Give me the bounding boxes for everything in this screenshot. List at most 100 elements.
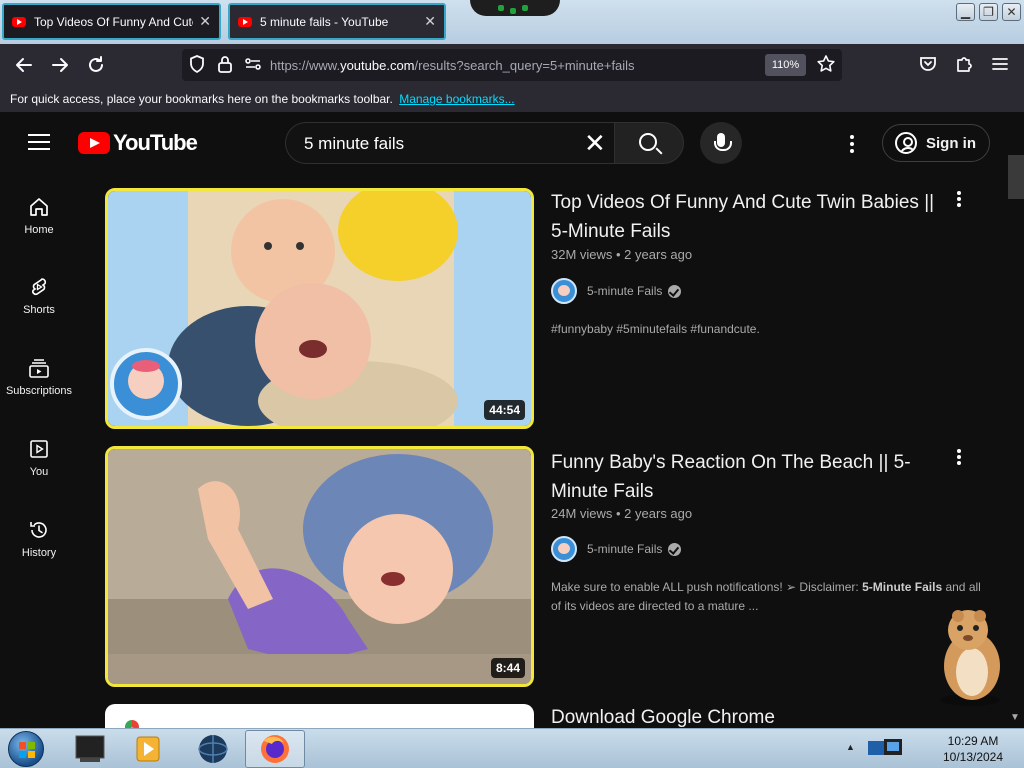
guide-item-subscriptions[interactable]: Subscriptions xyxy=(0,357,78,419)
voice-search-button[interactable] xyxy=(700,122,742,164)
show-hidden-icons-arrow-icon[interactable]: ▲ xyxy=(846,742,855,752)
system-clock[interactable]: 10:29 AM 10/13/2024 xyxy=(940,733,1006,765)
guide-menu-icon[interactable] xyxy=(28,134,50,150)
youtube-favicon-icon xyxy=(12,16,26,27)
ad-result: Download Google Chrome xyxy=(105,704,975,728)
address-bar[interactable]: https://www.youtube.com/results?search_q… xyxy=(182,49,842,81)
windows-taskbar: ▲ 10:29 AM 10/13/2024 xyxy=(0,728,1024,768)
video-duration: 8:44 xyxy=(490,658,525,678)
globe-icon xyxy=(198,735,228,763)
search-input[interactable] xyxy=(304,134,574,154)
video-thumbnail[interactable]: 44:54 xyxy=(105,188,534,429)
subscriptions-icon xyxy=(28,357,50,379)
network-display-tray-icon xyxy=(868,739,902,755)
pocket-icon[interactable] xyxy=(917,54,939,76)
tab-title: Top Videos Of Funny And Cute Twin Babies… xyxy=(34,14,193,29)
guide-item-you[interactable]: You xyxy=(0,438,78,500)
video-more-icon[interactable] xyxy=(957,191,961,209)
guide-item-history[interactable]: History xyxy=(0,519,78,581)
desktop-pet-hamster[interactable] xyxy=(930,608,1010,708)
close-window-button[interactable]: ✕ xyxy=(1002,3,1021,21)
taskbar-app-firefox[interactable] xyxy=(245,730,305,768)
system-tray-icons[interactable] xyxy=(864,735,910,763)
zoom-level-badge[interactable]: 110% xyxy=(765,54,806,76)
firefox-icon xyxy=(261,735,289,763)
taskbar-app-media-player[interactable] xyxy=(118,730,178,768)
video-result: 8:44 Funny Baby's Reaction On The Beach … xyxy=(105,446,981,696)
channel-name[interactable]: 5-minute Fails xyxy=(587,284,662,298)
video-duration: 44:54 xyxy=(484,400,525,420)
tracking-protection-shield-icon[interactable] xyxy=(186,54,208,76)
sign-in-button[interactable]: Sign in xyxy=(882,124,990,162)
tab-title: 5 minute fails - YouTube xyxy=(260,14,389,29)
video-more-icon[interactable] xyxy=(957,449,961,467)
extensions-puzzle-icon[interactable] xyxy=(953,54,975,76)
shorts-icon xyxy=(28,276,50,298)
search-button[interactable] xyxy=(614,122,684,164)
you-library-icon xyxy=(28,438,50,460)
video-title[interactable]: Funny Baby's Reaction On The Beach || 5-… xyxy=(551,448,951,506)
microphone-icon xyxy=(714,133,732,151)
thumbnail-image xyxy=(108,449,531,684)
permissions-icon[interactable] xyxy=(242,54,264,76)
close-tab-icon[interactable]: ✕ xyxy=(424,13,436,30)
channel-link[interactable]: 5-minute Fails xyxy=(551,536,682,562)
bookmarks-hint-text: For quick access, place your bookmarks h… xyxy=(10,92,393,106)
account-icon xyxy=(895,132,917,154)
home-icon xyxy=(28,196,50,218)
taskbar-app-terminal[interactable] xyxy=(60,730,120,768)
video-description: Make sure to enable ALL push notificatio… xyxy=(551,580,981,613)
taskbar-app-globe[interactable] xyxy=(183,730,243,768)
ad-title[interactable]: Download Google Chrome xyxy=(551,704,951,728)
search-box[interactable]: ✕ xyxy=(285,122,615,164)
browser-tab-strip: Top Videos Of Funny And Cute Twin Babies… xyxy=(0,0,1024,44)
restore-window-button[interactable]: ❐ xyxy=(979,3,998,21)
url-text[interactable]: https://www.youtube.com/results?search_q… xyxy=(270,58,635,73)
titlebar-decoration xyxy=(470,0,560,16)
channel-avatar[interactable] xyxy=(551,278,577,304)
channel-link[interactable]: 5-minute Fails xyxy=(551,278,682,304)
bookmarks-toolbar: For quick access, place your bookmarks h… xyxy=(0,86,1024,112)
verified-badge-icon xyxy=(668,284,682,298)
video-metadata: 24M views • 2 years ago xyxy=(551,506,693,521)
youtube-play-icon xyxy=(78,132,110,154)
clock-time: 10:29 AM xyxy=(947,734,999,748)
video-description: #funnybaby #5minutefails #funandcute. xyxy=(551,322,760,336)
clock-date: 10/13/2024 xyxy=(942,750,1004,764)
settings-more-icon[interactable] xyxy=(850,135,854,153)
lock-icon[interactable] xyxy=(214,54,236,76)
youtube-favicon-icon xyxy=(238,16,252,27)
thumbnail-image xyxy=(108,191,531,426)
minimize-window-button[interactable]: ▁ xyxy=(956,3,975,21)
youtube-logo[interactable]: YouTube xyxy=(78,130,198,155)
guide-item-home[interactable]: Home xyxy=(0,196,78,258)
windows-logo-icon xyxy=(19,742,35,758)
ad-thumbnail[interactable] xyxy=(105,704,534,728)
video-title[interactable]: Top Videos Of Funny And Cute Twin Babies… xyxy=(551,188,951,246)
media-player-icon xyxy=(136,736,160,762)
history-icon xyxy=(28,519,50,541)
channel-avatar[interactable] xyxy=(551,536,577,562)
video-result: 44:54 Top Videos Of Funny And Cute Twin … xyxy=(105,188,975,438)
scroll-down-arrow-icon[interactable]: ▼ xyxy=(1010,712,1024,726)
video-thumbnail[interactable]: 8:44 xyxy=(105,446,534,687)
guide-item-shorts[interactable]: Shorts xyxy=(0,276,78,338)
youtube-masthead: YouTube ✕ Sign in xyxy=(0,112,1024,176)
scrollbar-thumb[interactable] xyxy=(1008,155,1024,199)
close-tab-icon[interactable]: ✕ xyxy=(199,13,211,30)
forward-arrow-icon[interactable] xyxy=(49,54,71,76)
channel-name[interactable]: 5-minute Fails xyxy=(587,542,662,556)
browser-toolbar: https://www.youtube.com/results?search_q… xyxy=(0,44,1024,86)
app-menu-hamburger-icon[interactable] xyxy=(989,54,1011,76)
video-metadata: 32M views • 2 years ago xyxy=(551,247,693,262)
clear-search-icon[interactable]: ✕ xyxy=(584,130,606,156)
verified-badge-icon xyxy=(668,542,682,556)
chrome-logo-icon xyxy=(125,720,139,728)
manage-bookmarks-link[interactable]: Manage bookmarks... xyxy=(399,92,514,106)
back-arrow-icon[interactable] xyxy=(13,54,35,76)
browser-tab-search-results[interactable]: 5 minute fails - YouTube ✕ xyxy=(228,3,446,40)
start-button[interactable] xyxy=(8,731,44,767)
reload-icon[interactable] xyxy=(85,54,107,76)
browser-tab-twin-babies[interactable]: Top Videos Of Funny And Cute Twin Babies… xyxy=(2,3,221,40)
bookmark-star-icon[interactable] xyxy=(815,54,837,76)
